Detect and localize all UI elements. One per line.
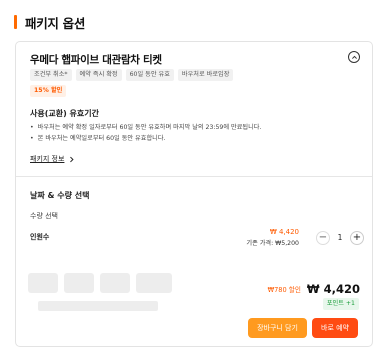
total-row: ₩780 할인 ₩ 4,420 <box>268 282 360 296</box>
points-badge: 포인트 +1 <box>322 298 359 310</box>
watermark-logo <box>28 273 172 311</box>
add-to-cart-button[interactable]: 장바구니 담기 <box>248 318 307 338</box>
book-now-button[interactable]: 바로 예약 <box>312 318 358 338</box>
chip-voucher-entry: 바우처로 바로입장 <box>177 69 234 81</box>
base-price: 기존 가격: ₩5,200 <box>246 240 299 247</box>
person-count-label: 인원수 <box>30 233 50 241</box>
chip-instant-confirm: 예약 즉시 확정 <box>75 69 122 81</box>
discount-badge: 15% 할인 <box>30 85 67 97</box>
chevron-right-icon <box>70 156 75 162</box>
quantity-label: 수량 선택 <box>30 212 58 220</box>
chevron-up-icon[interactable] <box>348 51 360 63</box>
quantity-plus-button[interactable]: + <box>350 231 364 245</box>
validity-list: 바우처는 예약 확정 일자로부터 60일 동안 유효하며 마지막 날의 23:5… <box>30 122 262 144</box>
product-title: 우메다 햅파이브 대관람차 티켓 <box>30 54 162 66</box>
section-header: 패키지 옵션 <box>14 14 86 31</box>
chip-cancellation: 조건부 취소* <box>30 69 72 81</box>
validity-item: 본 바우처는 예약일로부터 60일 동안 유효합니다. <box>30 133 261 144</box>
section-title: 패키지 옵션 <box>25 15 86 31</box>
total-discount: ₩780 할인 <box>267 286 301 294</box>
chip-validity: 60일 동안 유효 <box>125 69 174 81</box>
package-card: 우메다 햅파이브 대관람차 티켓 조건부 취소* 예약 즉시 확정 60일 동안… <box>15 41 373 347</box>
validity-item: 바우처는 예약 확정 일자로부터 60일 동안 유효하며 마지막 날의 23:5… <box>30 122 262 133</box>
validity-title: 사용(교환) 유효기간 <box>30 109 99 118</box>
total-amount: ₩ 4,420 <box>306 282 360 296</box>
quantity-value: 1 <box>337 233 343 242</box>
quantity-minus-button[interactable]: − <box>316 231 330 245</box>
package-info-link[interactable]: 패키지 정보 <box>30 154 75 164</box>
section-accent-bar <box>14 15 17 29</box>
product-chips: 조건부 취소* 예약 즉시 확정 60일 동안 유효 바우처로 바로입장 <box>30 69 234 81</box>
divider <box>16 176 372 177</box>
selection-title: 날짜 & 수량 선택 <box>30 191 90 200</box>
unit-price: ₩ 4,420 <box>269 228 299 236</box>
package-info-label: 패키지 정보 <box>30 155 65 163</box>
